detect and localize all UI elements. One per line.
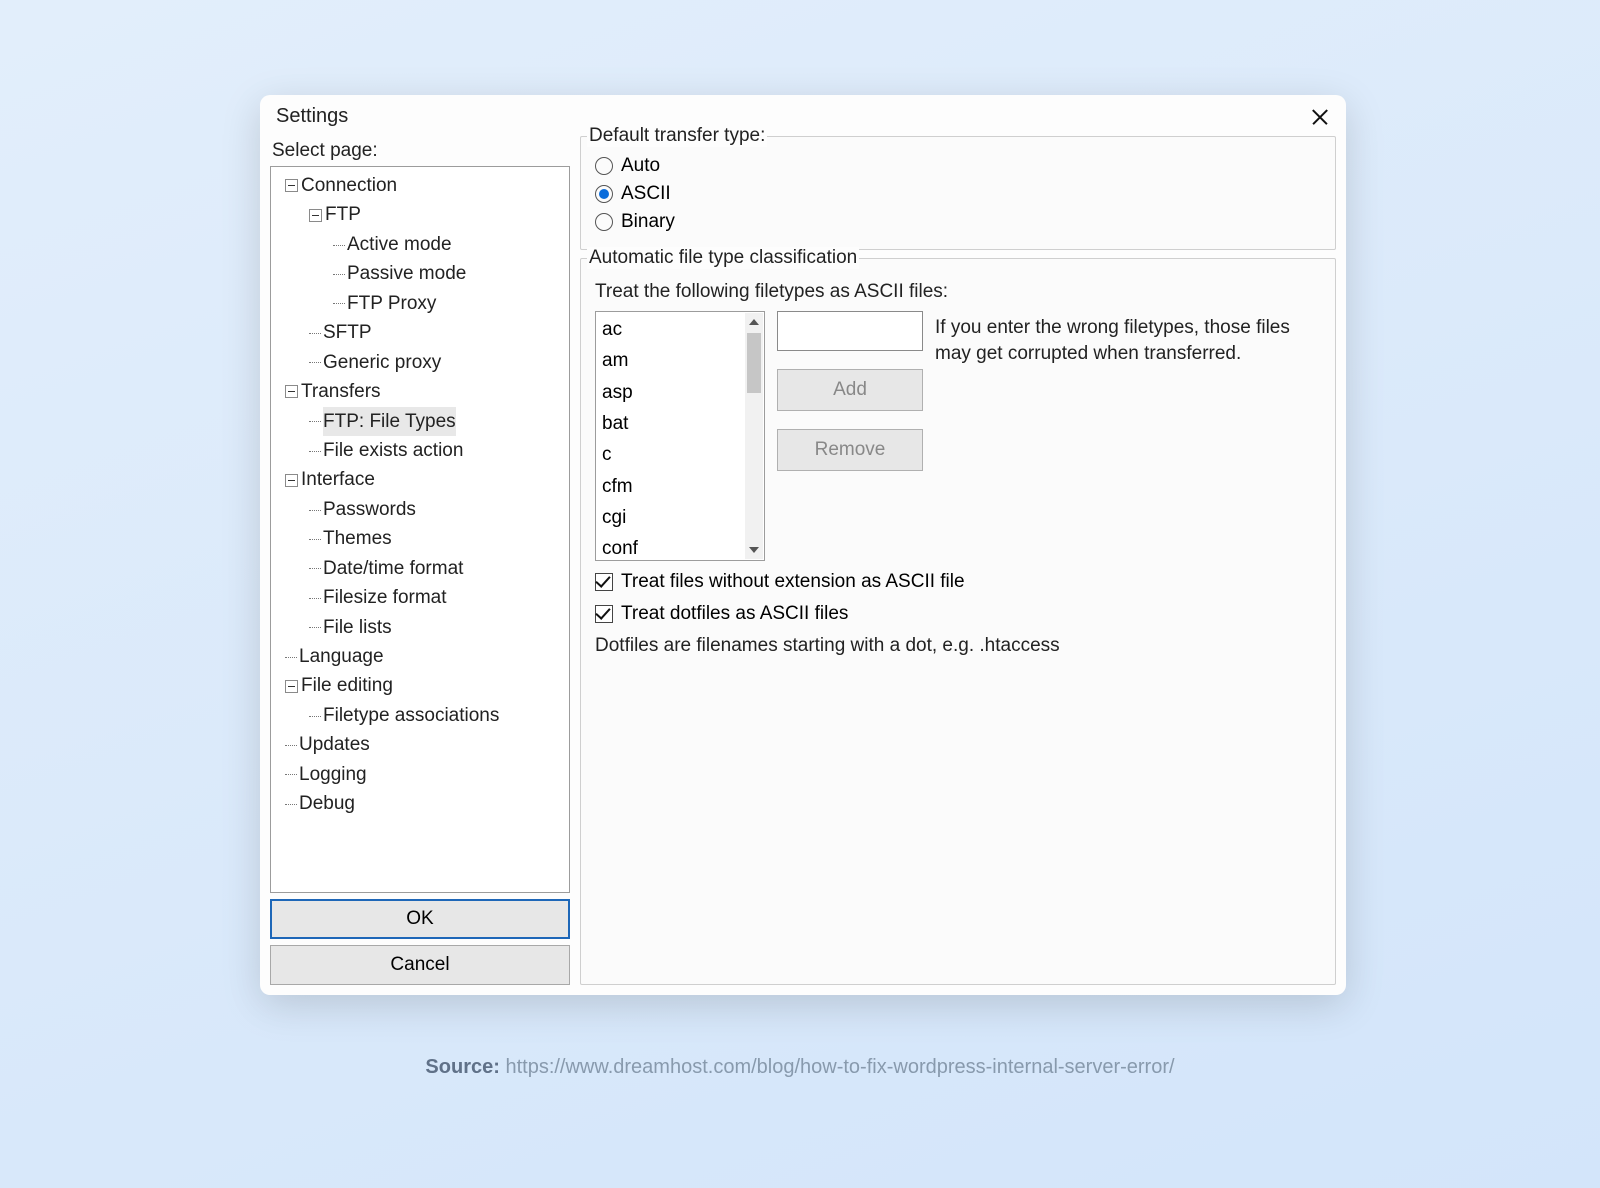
tree-themes[interactable]: Themes <box>275 524 565 553</box>
tree-transfers[interactable]: Transfers <box>275 377 565 406</box>
settings-window: Settings Select page: Connection FTP Act… <box>260 95 1346 995</box>
scroll-up-icon[interactable] <box>745 313 763 331</box>
list-item[interactable]: asp <box>602 377 742 408</box>
group-auto-classification: Automatic file type classification Treat… <box>580 258 1336 985</box>
checkbox-icon <box>595 573 613 591</box>
tree-ftp-proxy[interactable]: FTP Proxy <box>275 289 565 318</box>
tree-file-editing[interactable]: File editing <box>275 671 565 700</box>
filetype-controls: Add Remove <box>777 311 923 471</box>
group-default-transfer-type: Default transfer type: Auto ASCII Binary <box>580 136 1336 250</box>
filetype-input[interactable] <box>777 311 923 351</box>
right-panel: Default transfer type: Auto ASCII Binary… <box>580 136 1336 985</box>
tree-active-mode[interactable]: Active mode <box>275 230 565 259</box>
tree-updates[interactable]: Updates <box>275 730 565 759</box>
checkbox-icon <box>595 605 613 623</box>
radio-auto[interactable]: Auto <box>595 155 1321 177</box>
select-page-label: Select page: <box>270 136 570 166</box>
ok-button[interactable]: OK <box>270 899 570 939</box>
checkbox-label: Treat dotfiles as ASCII files <box>621 603 848 625</box>
list-item[interactable]: c <box>602 439 742 470</box>
left-panel: Select page: Connection FTP Active mode … <box>270 136 570 985</box>
list-item[interactable]: conf <box>602 533 742 561</box>
tree-language[interactable]: Language <box>275 642 565 671</box>
collapse-icon[interactable] <box>285 179 298 192</box>
scrollbar[interactable] <box>745 313 763 559</box>
scroll-thumb[interactable] <box>747 333 761 393</box>
tree-sftp[interactable]: SFTP <box>275 318 565 347</box>
list-item[interactable]: ac <box>602 314 742 345</box>
tree-interface[interactable]: Interface <box>275 465 565 494</box>
radio-label: Auto <box>621 155 660 177</box>
radio-label: Binary <box>621 211 675 233</box>
window-body: Select page: Connection FTP Active mode … <box>260 136 1346 995</box>
titlebar: Settings <box>260 95 1346 136</box>
tree-connection[interactable]: Connection <box>275 171 565 200</box>
tree-filesize[interactable]: Filesize format <box>275 583 565 612</box>
checkbox-no-extension[interactable]: Treat files without extension as ASCII f… <box>595 571 1321 593</box>
tree-generic-proxy[interactable]: Generic proxy <box>275 348 565 377</box>
group-legend-auto-class: Automatic file type classification <box>587 247 859 269</box>
tree-file-lists[interactable]: File lists <box>275 613 565 642</box>
tree-passwords[interactable]: Passwords <box>275 495 565 524</box>
list-item[interactable]: am <box>602 345 742 376</box>
filetype-listbox[interactable]: ac am asp bat c cfm cgi conf <box>595 311 765 561</box>
tree-filetype-assoc[interactable]: Filetype associations <box>275 701 565 730</box>
add-button[interactable]: Add <box>777 369 923 411</box>
filetype-warning: If you enter the wrong filetypes, those … <box>935 315 1321 366</box>
remove-button[interactable]: Remove <box>777 429 923 471</box>
cancel-button[interactable]: Cancel <box>270 945 570 985</box>
tree-datetime[interactable]: Date/time format <box>275 554 565 583</box>
list-item[interactable]: cfm <box>602 471 742 502</box>
radio-icon <box>595 213 613 231</box>
radio-label: ASCII <box>621 183 671 205</box>
tree-passive-mode[interactable]: Passive mode <box>275 259 565 288</box>
collapse-icon[interactable] <box>285 385 298 398</box>
list-item[interactable]: cgi <box>602 502 742 533</box>
list-item[interactable]: bat <box>602 408 742 439</box>
radio-ascii[interactable]: ASCII <box>595 183 1321 205</box>
collapse-icon[interactable] <box>309 209 322 222</box>
scroll-down-icon[interactable] <box>745 541 763 559</box>
radio-icon <box>595 157 613 175</box>
tree-file-exists[interactable]: File exists action <box>275 436 565 465</box>
dotfiles-hint: Dotfiles are filenames starting with a d… <box>595 635 1321 657</box>
close-icon[interactable] <box>1310 107 1330 127</box>
radio-binary[interactable]: Binary <box>595 211 1321 233</box>
collapse-icon[interactable] <box>285 474 298 487</box>
checkbox-label: Treat files without extension as ASCII f… <box>621 571 965 593</box>
filetype-list-area: ac am asp bat c cfm cgi conf <box>595 311 1321 561</box>
tree-ftp-file-types[interactable]: FTP: File Types <box>275 407 565 436</box>
tree-ftp[interactable]: FTP <box>275 200 565 229</box>
source-caption: Source: https://www.dreamhost.com/blog/h… <box>0 1056 1600 1079</box>
tree-debug[interactable]: Debug <box>275 789 565 818</box>
treat-following-label: Treat the following filetypes as ASCII f… <box>595 281 1321 303</box>
collapse-icon[interactable] <box>285 680 298 693</box>
window-title: Settings <box>276 105 348 128</box>
radio-icon <box>595 185 613 203</box>
settings-tree[interactable]: Connection FTP Active mode Passive mode … <box>270 166 570 893</box>
checkbox-dotfiles[interactable]: Treat dotfiles as ASCII files <box>595 603 1321 625</box>
tree-logging[interactable]: Logging <box>275 760 565 789</box>
group-legend-transfer-type: Default transfer type: <box>587 125 767 147</box>
